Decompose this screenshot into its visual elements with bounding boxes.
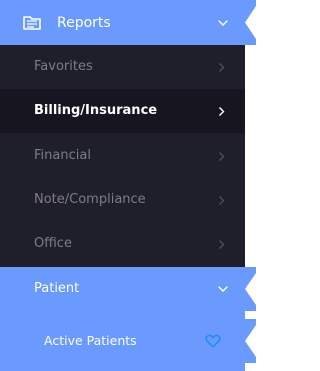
active-patients-label: Active Patients — [44, 333, 137, 348]
sidebar-item-billing-insurance[interactable]: Billing/Insurance — [0, 89, 245, 133]
sidebar-item-label: Favorites — [34, 59, 93, 74]
sidebar-item-active-patients[interactable]: Active Patients — [0, 311, 256, 371]
sidebar-item-office[interactable]: Office — [0, 221, 245, 267]
sidebar-item-financial[interactable]: Financial — [0, 133, 245, 177]
patient-menu-header[interactable]: Patient — [0, 267, 256, 311]
heart-outline-icon[interactable] — [205, 334, 221, 348]
patient-label: Patient — [34, 281, 80, 296]
sidebar-item-note-compliance[interactable]: Note/Compliance — [0, 177, 245, 221]
active-section-notch — [245, 267, 256, 311]
active-section-notch — [245, 0, 256, 45]
chevron-right-icon — [219, 63, 225, 72]
chevron-right-icon — [219, 107, 225, 116]
sidebar-item-favorites[interactable]: Favorites — [0, 45, 245, 89]
sidebar-item-label: Note/Compliance — [34, 192, 146, 207]
reports-menu-header[interactable]: Reports — [0, 0, 256, 45]
chevron-right-icon — [219, 196, 225, 205]
sidebar-item-label: Billing/Insurance — [34, 103, 158, 118]
chevron-down-icon[interactable] — [217, 285, 229, 293]
chevron-down-icon[interactable] — [217, 19, 229, 27]
sidebar-item-label: Financial — [34, 148, 91, 163]
chevron-right-icon — [219, 152, 225, 161]
active-section-notch — [245, 319, 256, 363]
reports-label: Reports — [57, 15, 111, 31]
reports-folder-icon — [23, 16, 41, 30]
chevron-right-icon — [219, 240, 225, 249]
sidebar-item-label: Office — [34, 236, 72, 251]
reports-sidebar-menu: Reports Favorites Billing/Insurance Fina… — [0, 0, 256, 371]
